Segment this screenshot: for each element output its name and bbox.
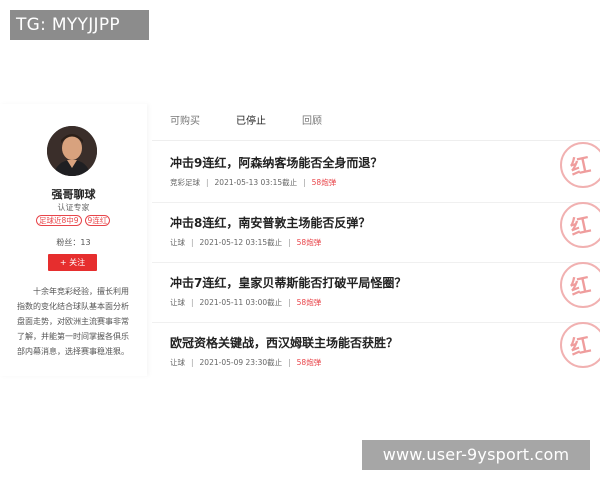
article-meta: 让球 | 2021-05-11 03:00截止 | 58炮弹 (170, 297, 321, 308)
stamp-label: 红 (568, 212, 593, 240)
watermark-top-left: TG: MYYJJPP (10, 10, 149, 40)
tab-purchasable[interactable]: 可购买 (170, 104, 200, 140)
article-category: 让球 (170, 238, 185, 247)
stamp-label: 红 (568, 332, 593, 360)
author-tags: 足球近8中9 9连红 (36, 215, 111, 226)
meta-separator: | (288, 238, 291, 247)
article-title[interactable]: 冲击8连红，南安普敦主场能否反弹？ (170, 214, 370, 231)
tab-review[interactable]: 回顾 (302, 104, 322, 140)
article-price: 58炮弹 (296, 298, 322, 307)
watermark-bottom-right: www.user-9ysport.com (362, 440, 590, 470)
avatar[interactable] (47, 126, 97, 176)
author-name: 强哥聊球 (51, 188, 96, 201)
tag-record: 足球近8中9 (36, 215, 82, 226)
tag-streak: 9连红 (84, 215, 111, 226)
article-item[interactable]: 冲击7连红，皇家贝蒂斯能否打破平局怪圈？ 让球 | 2021-05-11 03:00… (152, 262, 600, 323)
avatar-image (47, 126, 97, 176)
red-result-stamp: 红 (560, 202, 600, 248)
article-item[interactable]: 冲击9连红，阿森纳客场能否全身而退？ 竞彩足球 | 2021-05-13 03:15… (152, 142, 600, 203)
article-time: 2021-05-12 03:15截止 (199, 238, 283, 247)
article-meta: 让球 | 2021-05-09 23:30截止 | 58炮弹 (170, 357, 321, 368)
author-title: 认证专家 (57, 203, 90, 212)
stamp-label: 红 (568, 272, 593, 300)
article-price: 58炮弹 (296, 238, 322, 247)
stamp-label: 红 (568, 152, 593, 180)
article-time: 2021-05-13 03:15截止 (214, 178, 298, 187)
article-meta: 竞彩足球 | 2021-05-13 03:15截止 | 58炮弹 (170, 177, 336, 188)
meta-separator: | (303, 178, 306, 187)
fans-count: 粉丝：13 (56, 238, 91, 247)
articles-panel: 可购买 已停止 回顾 冲击9连红，阿森纳客场能否全身而退？ 竞彩足球 | 2021-… (152, 104, 600, 376)
tab-stopped[interactable]: 已停止 (236, 104, 266, 140)
meta-separator: | (191, 298, 194, 307)
meta-separator: | (288, 298, 291, 307)
author-sidebar: 强哥聊球 认证专家 足球近8中9 9连红 粉丝：13 + 关注 十余年竞彩经验，… (0, 104, 147, 376)
article-price: 58炮弹 (296, 358, 322, 367)
article-title[interactable]: 欧冠资格关键战，西汉姆联主场能否获胜？ (170, 334, 398, 351)
article-price: 58炮弹 (311, 178, 337, 187)
article-category: 让球 (170, 358, 185, 367)
article-meta: 让球 | 2021-05-12 03:15截止 | 58炮弹 (170, 237, 321, 248)
article-time: 2021-05-09 23:30截止 (199, 358, 283, 367)
article-time: 2021-05-11 03:00截止 (199, 298, 283, 307)
article-item[interactable]: 欧冠资格关键战，西汉姆联主场能否获胜？ 让球 | 2021-05-09 23:30截… (152, 322, 600, 376)
article-item[interactable]: 冲击8连红，南安普敦主场能否反弹？ 让球 | 2021-05-12 03:15截止 |… (152, 202, 600, 263)
author-bio: 十余年竞彩经验，擅长利用指数的变化结合球队基本面分析盘面走势，对欧洲主流赛事非常… (17, 287, 129, 356)
red-result-stamp: 红 (560, 262, 600, 308)
article-category: 让球 (170, 298, 185, 307)
red-result-stamp: 红 (560, 142, 600, 188)
tab-bar: 可购买 已停止 回顾 (152, 104, 600, 141)
follow-button[interactable]: + 关注 (48, 254, 97, 271)
meta-separator: | (206, 178, 209, 187)
meta-separator: | (191, 358, 194, 367)
article-category: 竞彩足球 (170, 178, 200, 187)
red-result-stamp: 红 (560, 322, 600, 368)
meta-separator: | (191, 238, 194, 247)
meta-separator: | (288, 358, 291, 367)
article-title[interactable]: 冲击9连红，阿森纳客场能否全身而退？ (170, 154, 382, 171)
article-title[interactable]: 冲击7连红，皇家贝蒂斯能否打破平局怪圈？ (170, 274, 406, 291)
